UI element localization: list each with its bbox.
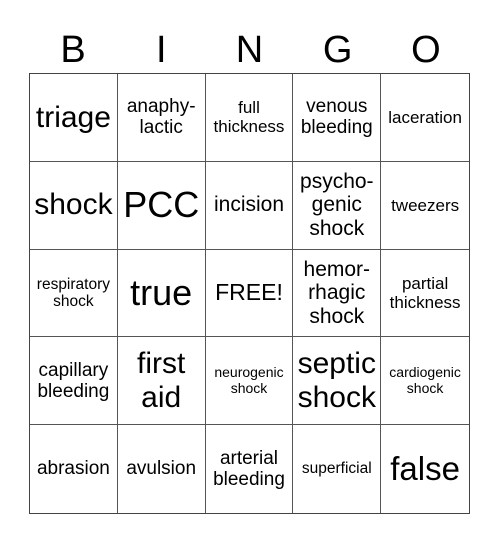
header-letter-b: B xyxy=(60,29,86,71)
header-letter-n: N xyxy=(235,29,264,71)
bingo-cell[interactable]: psycho-genic shock xyxy=(293,161,382,250)
cell-text: tweezers xyxy=(391,195,460,215)
cell-text: true xyxy=(130,271,193,313)
cell-text: PCC xyxy=(123,184,200,226)
bingo-cell[interactable]: anaphy-lactic xyxy=(117,74,206,162)
bingo-cell[interactable]: laceration xyxy=(381,74,469,162)
bingo-cell[interactable]: superficial xyxy=(293,425,382,513)
bingo-cell[interactable]: venous bleeding xyxy=(293,74,382,162)
bingo-cell[interactable]: capillary bleeding xyxy=(30,337,118,426)
cell-text: triage xyxy=(35,100,111,134)
cell-text: laceration xyxy=(388,107,462,127)
bingo-cell[interactable]: incision xyxy=(205,161,294,250)
bingo-cell[interactable]: septic shock xyxy=(293,337,382,426)
cell-text: avulsion xyxy=(126,458,197,480)
header-letter-o: O xyxy=(411,29,441,71)
cell-text: septic shock xyxy=(297,347,376,414)
cell-text: abrasion xyxy=(36,458,110,480)
bingo-cell[interactable]: hemor-rhagic shock xyxy=(293,249,382,338)
cell-text: arterial bleeding xyxy=(213,447,285,491)
bingo-cell[interactable]: cardiogenic shock xyxy=(381,337,469,426)
bingo-header: B I N G O xyxy=(29,28,470,72)
cell-text: partial thickness xyxy=(389,273,461,312)
bingo-cell[interactable]: avulsion xyxy=(118,425,206,513)
bingo-cell[interactable]: PCC xyxy=(117,161,206,250)
bingo-card: triage anaphy-lactic full thickness venou… xyxy=(29,73,470,514)
bingo-cell[interactable]: full thickness xyxy=(205,74,294,162)
bingo-cell[interactable]: true xyxy=(117,249,206,338)
bingo-cell[interactable]: shock xyxy=(30,161,118,250)
bingo-cell[interactable]: neurogenic shock xyxy=(205,337,294,426)
cell-text: cardiogenic shock xyxy=(389,364,461,396)
cell-text: incision xyxy=(213,193,285,217)
header-letter-i: I xyxy=(156,29,167,71)
bingo-cell[interactable]: respiratory shock xyxy=(30,249,118,338)
cell-text: shock xyxy=(34,188,113,222)
cell-text: anaphy-lactic xyxy=(126,96,196,139)
bingo-cell[interactable]: abrasion xyxy=(30,425,118,513)
header-letter-g: G xyxy=(322,29,353,71)
cell-text: false xyxy=(390,449,460,487)
bingo-cell[interactable]: false xyxy=(381,425,469,513)
cell-text: superficial xyxy=(301,460,372,478)
bingo-cell[interactable]: tweezers xyxy=(381,162,469,250)
bingo-cell[interactable]: arterial bleeding xyxy=(206,425,294,513)
cell-text: hemor-rhagic shock xyxy=(303,257,371,328)
bingo-cell[interactable]: first aid xyxy=(117,337,206,426)
cell-text: full thickness xyxy=(213,98,285,137)
free-space[interactable]: FREE! xyxy=(205,249,294,338)
bingo-cell[interactable]: triage xyxy=(30,74,118,162)
cell-text: psycho-genic shock xyxy=(300,169,374,240)
cell-text: first aid xyxy=(137,347,186,414)
cell-text: capillary bleeding xyxy=(37,359,110,402)
cell-text: FREE! xyxy=(215,279,283,306)
cell-text: venous bleeding xyxy=(300,96,373,139)
cell-text: neurogenic shock xyxy=(214,364,284,396)
bingo-cell[interactable]: partial thickness xyxy=(381,250,469,338)
cell-text: respiratory shock xyxy=(36,275,110,310)
